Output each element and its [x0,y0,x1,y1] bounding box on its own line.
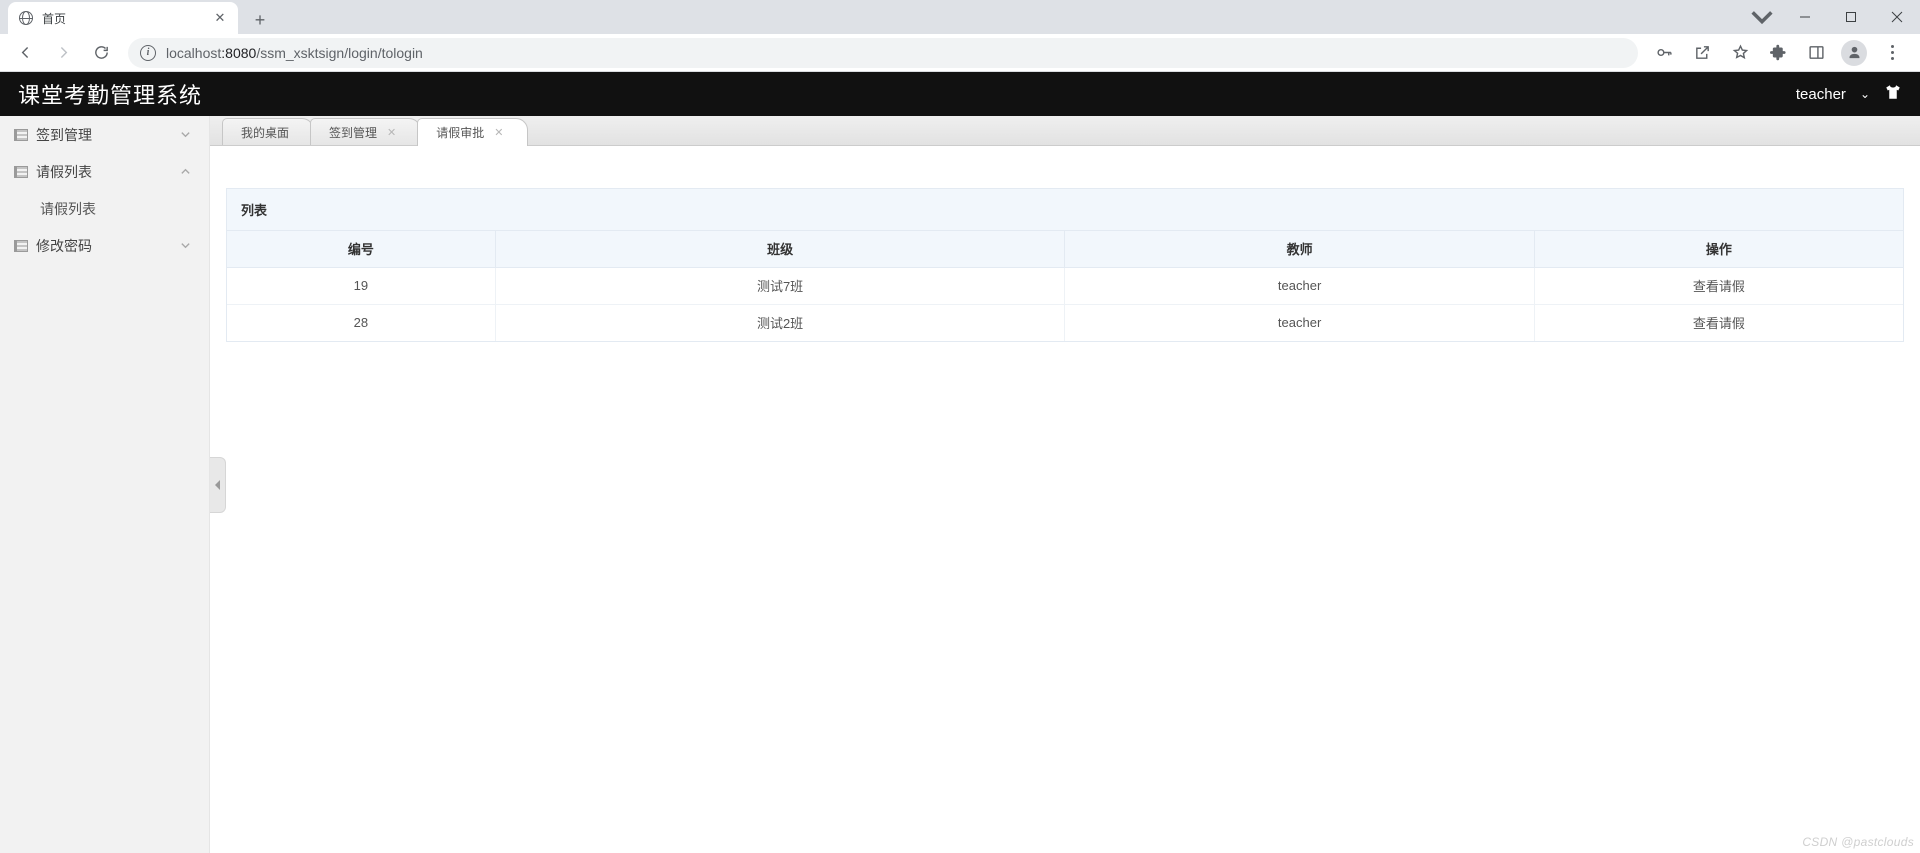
sidebar-item-signin-manage[interactable]: 签到管理 [0,116,209,153]
tab-signin-manage[interactable]: 签到管理 ✕ [310,118,421,145]
view-leave-link[interactable]: 查看请假 [1693,316,1745,331]
new-tab-button[interactable]: + [246,6,274,34]
tshirt-icon[interactable] [1884,83,1902,105]
app-body: 签到管理 请假列表 请假列表 修改密码 我的桌面 签到管理 ✕ 请假审 [0,116,1920,853]
browser-toolbar: i localhost:8080/ssm_xsktsign/login/tolo… [0,34,1920,72]
password-key-icon[interactable] [1648,38,1680,68]
panel-title: 列表 [227,189,1903,231]
maximize-button[interactable] [1828,0,1874,34]
app-header: 课堂考勤管理系统 teacher ⌄ [0,72,1920,116]
share-icon[interactable] [1686,38,1718,68]
close-tab-icon[interactable]: ✕ [494,126,503,139]
cell-id: 19 [227,267,495,304]
reload-button[interactable] [84,38,118,68]
back-button[interactable] [8,38,42,68]
tab-label: 签到管理 [329,124,377,141]
url-port: :8080 [221,45,256,61]
site-info-icon[interactable]: i [140,45,156,61]
close-window-button[interactable] [1874,0,1920,34]
tab-leave-approval[interactable]: 请假审批 ✕ [417,118,528,146]
url-text: localhost:8080/ssm_xsktsign/login/tologi… [166,45,423,61]
profile-avatar[interactable] [1838,38,1870,68]
list-icon [14,129,28,141]
sidebar-item-label: 请假列表 [40,199,96,219]
cell-teacher: teacher [1065,304,1534,341]
cell-class: 测试2班 [495,304,1065,341]
table-row: 28 测试2班 teacher 查看请假 [227,304,1903,341]
sidebar-item-label: 修改密码 [36,236,92,256]
col-id: 编号 [227,231,495,267]
sidebar-item-change-password[interactable]: 修改密码 [0,227,209,264]
col-class: 班级 [495,231,1065,267]
app-title: 课堂考勤管理系统 [18,78,202,110]
toolbar-right [1648,38,1912,68]
address-bar[interactable]: i localhost:8080/ssm_xsktsign/login/tolo… [128,38,1638,68]
chevron-down-icon: ⌄ [1860,87,1870,101]
minimize-button[interactable] [1782,0,1828,34]
cell-action: 查看请假 [1534,304,1903,341]
sidebar-item-leave-list[interactable]: 请假列表 [0,153,209,190]
chevron-down-icon [180,129,191,140]
sidebar: 签到管理 请假列表 请假列表 修改密码 [0,116,210,853]
close-tab-icon[interactable]: ✕ [212,10,228,26]
sidebar-item-label: 签到管理 [36,125,92,145]
list-icon [14,240,28,252]
browser-tab-strip: 首页 ✕ + [0,0,1920,34]
content-area: 我的桌面 签到管理 ✕ 请假审批 ✕ 列表 编号 班级 教师 操作 [210,116,1920,853]
tab-my-desktop[interactable]: 我的桌面 [222,118,314,145]
table-row: 19 测试7班 teacher 查看请假 [227,267,1903,304]
close-tab-icon[interactable]: ✕ [387,126,396,139]
chevron-up-icon [180,166,191,177]
url-host: localhost [166,45,221,61]
view-leave-link[interactable]: 查看请假 [1693,279,1745,294]
side-panel-icon[interactable] [1800,38,1832,68]
tab-label: 请假审批 [436,124,484,141]
col-action: 操作 [1534,231,1903,267]
tab-search-button[interactable] [1748,0,1776,34]
extensions-icon[interactable] [1762,38,1794,68]
cell-action: 查看请假 [1534,267,1903,304]
content-tab-bar: 我的桌面 签到管理 ✕ 请假审批 ✕ [210,116,1920,146]
menu-kebab-icon[interactable] [1876,38,1908,68]
window-controls [1748,0,1920,34]
sidebar-subitem-leave-list[interactable]: 请假列表 [0,190,209,227]
table-header-row: 编号 班级 教师 操作 [227,231,1903,267]
sidebar-item-label: 请假列表 [36,162,92,182]
browser-tab-title: 首页 [42,10,204,27]
forward-button[interactable] [46,38,80,68]
watermark: CSDN @pastclouds [1802,835,1914,849]
cell-id: 28 [227,304,495,341]
cell-class: 测试7班 [495,267,1065,304]
list-panel: 列表 编号 班级 教师 操作 19 测试7班 teacher 查看请假 [226,188,1904,342]
globe-icon [18,10,34,26]
url-path: /ssm_xsktsign/login/tologin [256,45,423,61]
chevron-down-icon [180,240,191,251]
col-teacher: 教师 [1065,231,1534,267]
data-table: 编号 班级 教师 操作 19 测试7班 teacher 查看请假 28 [227,231,1903,341]
browser-chrome: 首页 ✕ + [0,0,1920,34]
bookmark-star-icon[interactable] [1724,38,1756,68]
browser-tab[interactable]: 首页 ✕ [8,2,238,34]
tab-label: 我的桌面 [241,124,289,141]
list-icon [14,166,28,178]
username: teacher [1796,86,1846,103]
user-menu[interactable]: teacher ⌄ [1796,83,1902,105]
sidebar-collapse-handle[interactable] [210,457,226,513]
cell-teacher: teacher [1065,267,1534,304]
